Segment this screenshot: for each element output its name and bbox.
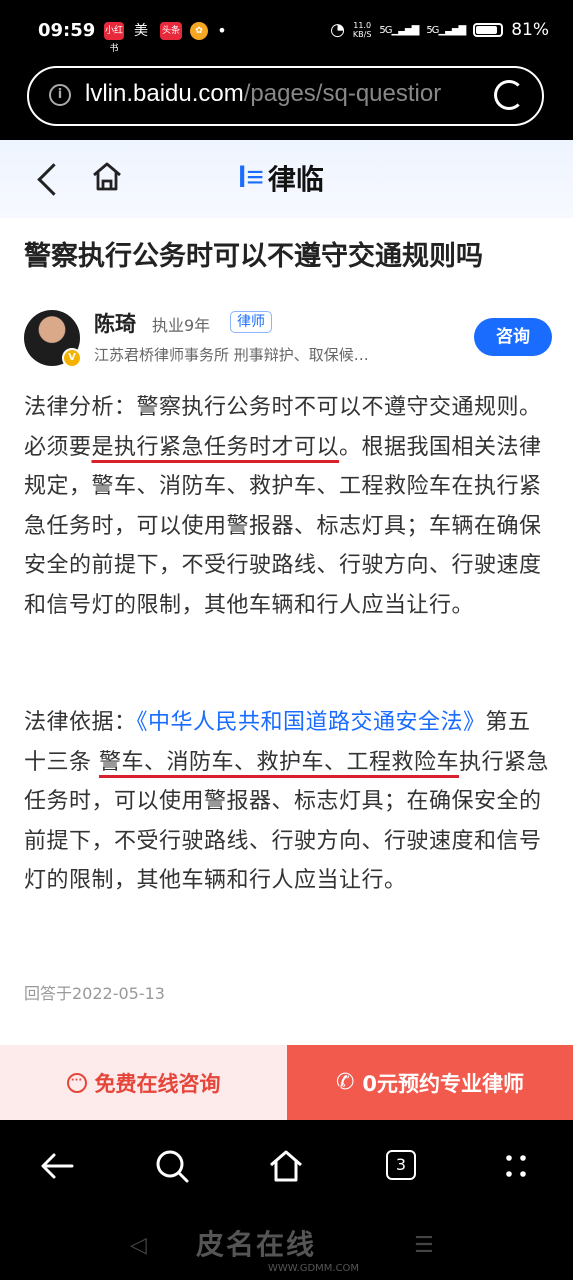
back-arrow-icon[interactable] bbox=[38, 1146, 78, 1186]
web-page: l≡ 律临 警察执行公务时可以不遵守交通规则吗 V 陈琦 执业9年 律师 江苏君… bbox=[0, 140, 573, 1120]
search-icon[interactable] bbox=[152, 1146, 192, 1186]
lawyer-tag: 律师 bbox=[230, 311, 272, 333]
battery-percent: 81% bbox=[511, 20, 549, 40]
system-back-icon[interactable]: ◁ bbox=[130, 1233, 147, 1258]
logo-text: 律临 bbox=[267, 163, 324, 196]
basis-label: 法律依据： bbox=[24, 710, 137, 735]
free-consult-button[interactable]: ··· 免费在线咨询 bbox=[0, 1045, 287, 1120]
system-nav: ◁ 皮名在线 WWW.GDMM.COM ☰ bbox=[0, 1215, 573, 1280]
lvlin-logo[interactable]: l≡ 律临 bbox=[238, 158, 324, 198]
site-nav: l≡ 律临 bbox=[0, 140, 573, 218]
meituan-icon: 美 bbox=[134, 23, 148, 39]
analysis-highlight: 是执行紧急任务时才可以 bbox=[91, 434, 340, 460]
info-icon[interactable]: i bbox=[49, 84, 71, 106]
analysis-text-2: 。根据我国相关法律规定，警车、消防车、救护车、工程救险车在执行紧急任务时，可以使… bbox=[24, 434, 542, 618]
url-bar-container: i lvlin.baidu.com/pages/sq-questior bbox=[0, 64, 573, 140]
xiaohongshu-icon: 小红书 bbox=[104, 22, 124, 54]
book-lawyer-button[interactable]: ✆ 0元预约专业律师 bbox=[287, 1045, 573, 1120]
tabs-count: 3 bbox=[386, 1150, 416, 1180]
status-right: ◔ 11.0 KB/S 5G▁▃▅▇ 5G▁▃▅▇ 81% bbox=[330, 20, 549, 40]
lawyer-years: 执业9年 bbox=[152, 316, 211, 335]
law-link[interactable]: 《中华人民共和国道路交通安全法》 bbox=[137, 710, 486, 735]
back-icon[interactable] bbox=[37, 163, 70, 196]
reload-icon[interactable] bbox=[494, 80, 524, 110]
book-lawyer-label: 0元预约专业律师 bbox=[362, 1071, 525, 1096]
more-notifications-dot: • bbox=[217, 21, 227, 40]
watermark: 皮名在线 bbox=[196, 1228, 317, 1261]
more-icon[interactable] bbox=[496, 1146, 536, 1186]
logo-mark: l≡ bbox=[238, 161, 264, 194]
home-icon[interactable] bbox=[90, 160, 124, 194]
signal-icon-2: 5G▁▃▅▇ bbox=[426, 24, 466, 36]
lawyer-card[interactable]: V 陈琦 执业9年 律师 江苏君桥律师事务所 刑事辩护、取保候… 咨询 bbox=[24, 306, 552, 370]
page-title: 警察执行公务时可以不遵守交通规则吗 bbox=[24, 241, 483, 272]
legal-basis: 法律依据：《中华人民共和国道路交通安全法》第五十三条 警车、消防车、救护车、工程… bbox=[24, 703, 552, 901]
battery-icon bbox=[473, 23, 504, 37]
toutiao-icon: 头条 bbox=[160, 22, 182, 40]
lawyer-firm: 江苏君桥律师事务所 刑事辩护、取保候… bbox=[94, 346, 369, 364]
network-speed: 11.0 KB/S bbox=[352, 21, 372, 39]
lawyer-name[interactable]: 陈琦 bbox=[94, 308, 136, 338]
watermark-url: WWW.GDMM.COM bbox=[268, 1263, 360, 1274]
signal-icon-1: 5G▁▃▅▇ bbox=[379, 24, 419, 36]
legal-analysis: 法律分析：警察执行公务时不可以不遵守交通规则。必须要是执行紧急任务时才可以。根据… bbox=[24, 388, 552, 625]
browser-nav: 3 bbox=[0, 1120, 573, 1215]
phone-icon: ✆ bbox=[335, 1070, 355, 1095]
chat-icon: ··· bbox=[66, 1072, 87, 1093]
cta-bar: ··· 免费在线咨询 ✆ 0元预约专业律师 bbox=[0, 1045, 573, 1120]
consult-button[interactable]: 咨询 bbox=[474, 318, 552, 356]
weibo-icon: ✿ bbox=[190, 22, 208, 40]
data-saver-icon: ◔ bbox=[330, 20, 345, 40]
answered-date: 回答于2022-05-13 bbox=[24, 984, 165, 1003]
url-bar[interactable]: i lvlin.baidu.com/pages/sq-questior bbox=[27, 66, 544, 126]
basis-highlight: 警车、消防车、救护车、工程救险车 bbox=[99, 749, 460, 775]
verified-badge-icon: V bbox=[62, 348, 82, 368]
home-icon[interactable] bbox=[266, 1146, 306, 1186]
status-time: 09:59 bbox=[38, 20, 96, 41]
free-consult-label: 免费在线咨询 bbox=[94, 1071, 221, 1096]
url-text[interactable]: lvlin.baidu.com/pages/sq-questior bbox=[85, 80, 475, 108]
status-bar: 09:59 小红书 美 头条 ✿ • ◔ 11.0 KB/S 5G▁▃▅▇ 5G… bbox=[0, 0, 573, 64]
system-menu-icon[interactable]: ☰ bbox=[414, 1233, 434, 1258]
tabs-button[interactable]: 3 bbox=[381, 1146, 421, 1186]
